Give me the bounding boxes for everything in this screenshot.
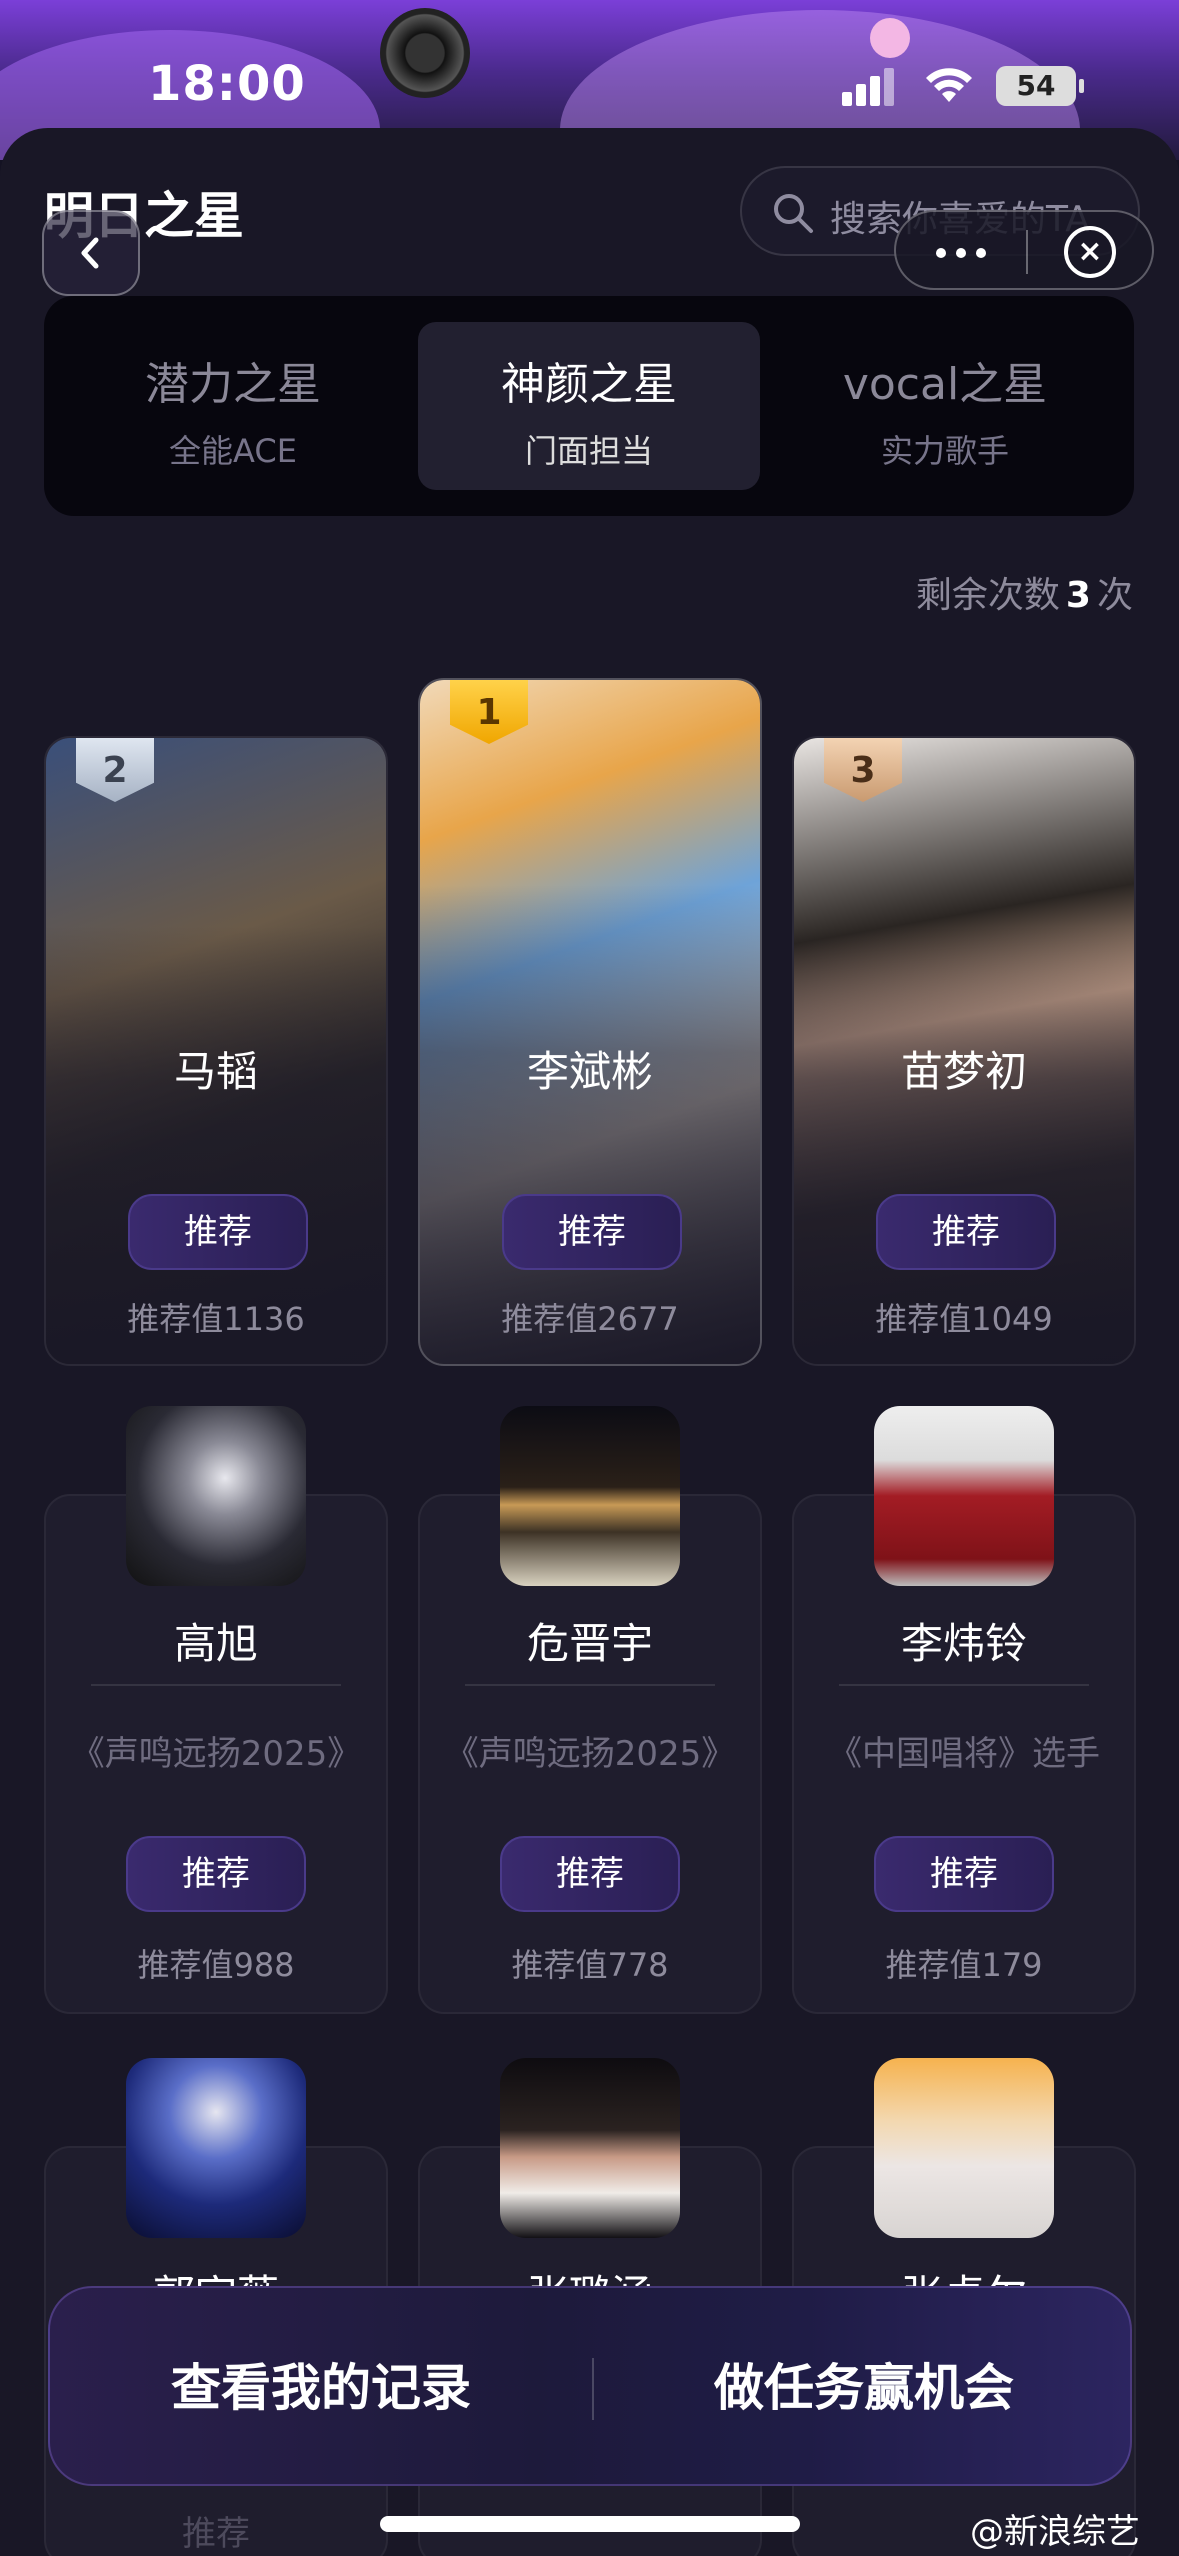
contestant-name: 李斌彬 — [526, 1047, 653, 1096]
recommend-button[interactable]: 推荐 — [502, 1194, 682, 1270]
remaining-count: 3 — [1065, 575, 1091, 616]
recommend-button[interactable]: 推荐 — [128, 1194, 308, 1270]
contestant-name: 高旭 — [173, 1619, 258, 1668]
tab-subtitle: 全能ACE — [169, 432, 297, 470]
contestant-name: 危晋宇 — [526, 1619, 653, 1668]
battery-indicator: 54 — [996, 66, 1084, 106]
recommend-button-peek: 推荐 — [182, 2514, 250, 2554]
top-card-rank-2[interactable]: 2 马韬 推荐 推荐值1136 — [44, 736, 388, 1366]
tab-subtitle: 门面担当 — [524, 432, 653, 470]
recommend-score: 推荐值778 — [511, 1946, 669, 1984]
divider — [465, 1684, 715, 1686]
bottom-action-bar: 查看我的记录 做任务赢机会 — [48, 2286, 1132, 2486]
recommend-button[interactable]: 推荐 — [876, 1194, 1056, 1270]
contestant-subtitle: 《中国唱将》选手 — [828, 1734, 1100, 1774]
tab-visual-star[interactable]: 神颜之星 门面担当 — [418, 322, 760, 490]
remaining-unit: 次 — [1096, 575, 1133, 616]
tab-potential-star[interactable]: 潜力之星 全能ACE — [62, 322, 404, 490]
recommend-button[interactable]: 推荐 — [126, 1836, 306, 1912]
recommend-score: 推荐值179 — [885, 1946, 1043, 1984]
more-icon[interactable] — [936, 248, 986, 258]
contestant-avatar — [874, 2058, 1054, 2238]
top-card-rank-1[interactable]: 1 李斌彬 推荐 推荐值2677 — [418, 678, 762, 1366]
cellular-signal-icon — [842, 66, 902, 106]
contestant-name: 李炜铃 — [900, 1619, 1027, 1668]
tab-title: 神颜之星 — [501, 359, 677, 410]
recommend-score: 推荐值988 — [137, 1946, 295, 1984]
recommend-score: 推荐值1136 — [127, 1300, 305, 1338]
remaining-votes: 剩余次数 3 次 — [916, 566, 1133, 618]
divider — [839, 1684, 1089, 1686]
home-indicator — [380, 2516, 800, 2532]
contestant-avatar — [126, 2058, 306, 2238]
do-tasks-button[interactable]: 做任务赢机会 — [594, 2288, 1134, 2488]
recommend-button[interactable]: 推荐 — [874, 1836, 1054, 1912]
remaining-label: 剩余次数 — [915, 575, 1060, 616]
top-card-rank-3[interactable]: 3 苗梦初 推荐 推荐值1049 — [792, 736, 1136, 1366]
search-icon — [774, 194, 813, 233]
tab-subtitle: 实力歌手 — [880, 432, 1009, 470]
contestant-avatar — [874, 1406, 1054, 1586]
category-tabs: 潜力之星 全能ACE 神颜之星 门面担当 vocal之星 实力歌手 — [44, 296, 1134, 516]
tab-title: vocal之星 — [842, 359, 1048, 410]
contestant-name: 马韬 — [173, 1047, 258, 1096]
status-bar: 18:00 54 — [0, 0, 1179, 130]
wifi-icon — [926, 68, 972, 102]
contestant-name: 苗梦初 — [900, 1047, 1027, 1096]
contestant-avatar — [126, 1406, 306, 1586]
recommend-score: 推荐值2677 — [501, 1300, 679, 1338]
recommend-button[interactable]: 推荐 — [500, 1836, 680, 1912]
mini-program-capsule: × — [894, 210, 1154, 290]
tab-title: 潜力之星 — [145, 359, 321, 410]
chevron-left-icon — [81, 237, 99, 269]
close-icon[interactable]: × — [1064, 226, 1116, 278]
contestant-avatar — [500, 1406, 680, 1586]
contestant-avatar — [500, 2058, 680, 2238]
recommend-score: 推荐值1049 — [875, 1300, 1053, 1338]
watermark: @新浪综艺 — [970, 2512, 1140, 2552]
tab-vocal-star[interactable]: vocal之星 实力歌手 — [774, 322, 1116, 490]
view-my-records-button[interactable]: 查看我的记录 — [50, 2288, 592, 2488]
divider — [91, 1684, 341, 1686]
contestant-subtitle: 《声鸣远扬2025》 — [444, 1734, 736, 1774]
back-button[interactable] — [42, 210, 140, 296]
status-time: 18:00 — [148, 56, 306, 112]
contestant-subtitle: 《声鸣远扬2025》 — [70, 1734, 362, 1774]
